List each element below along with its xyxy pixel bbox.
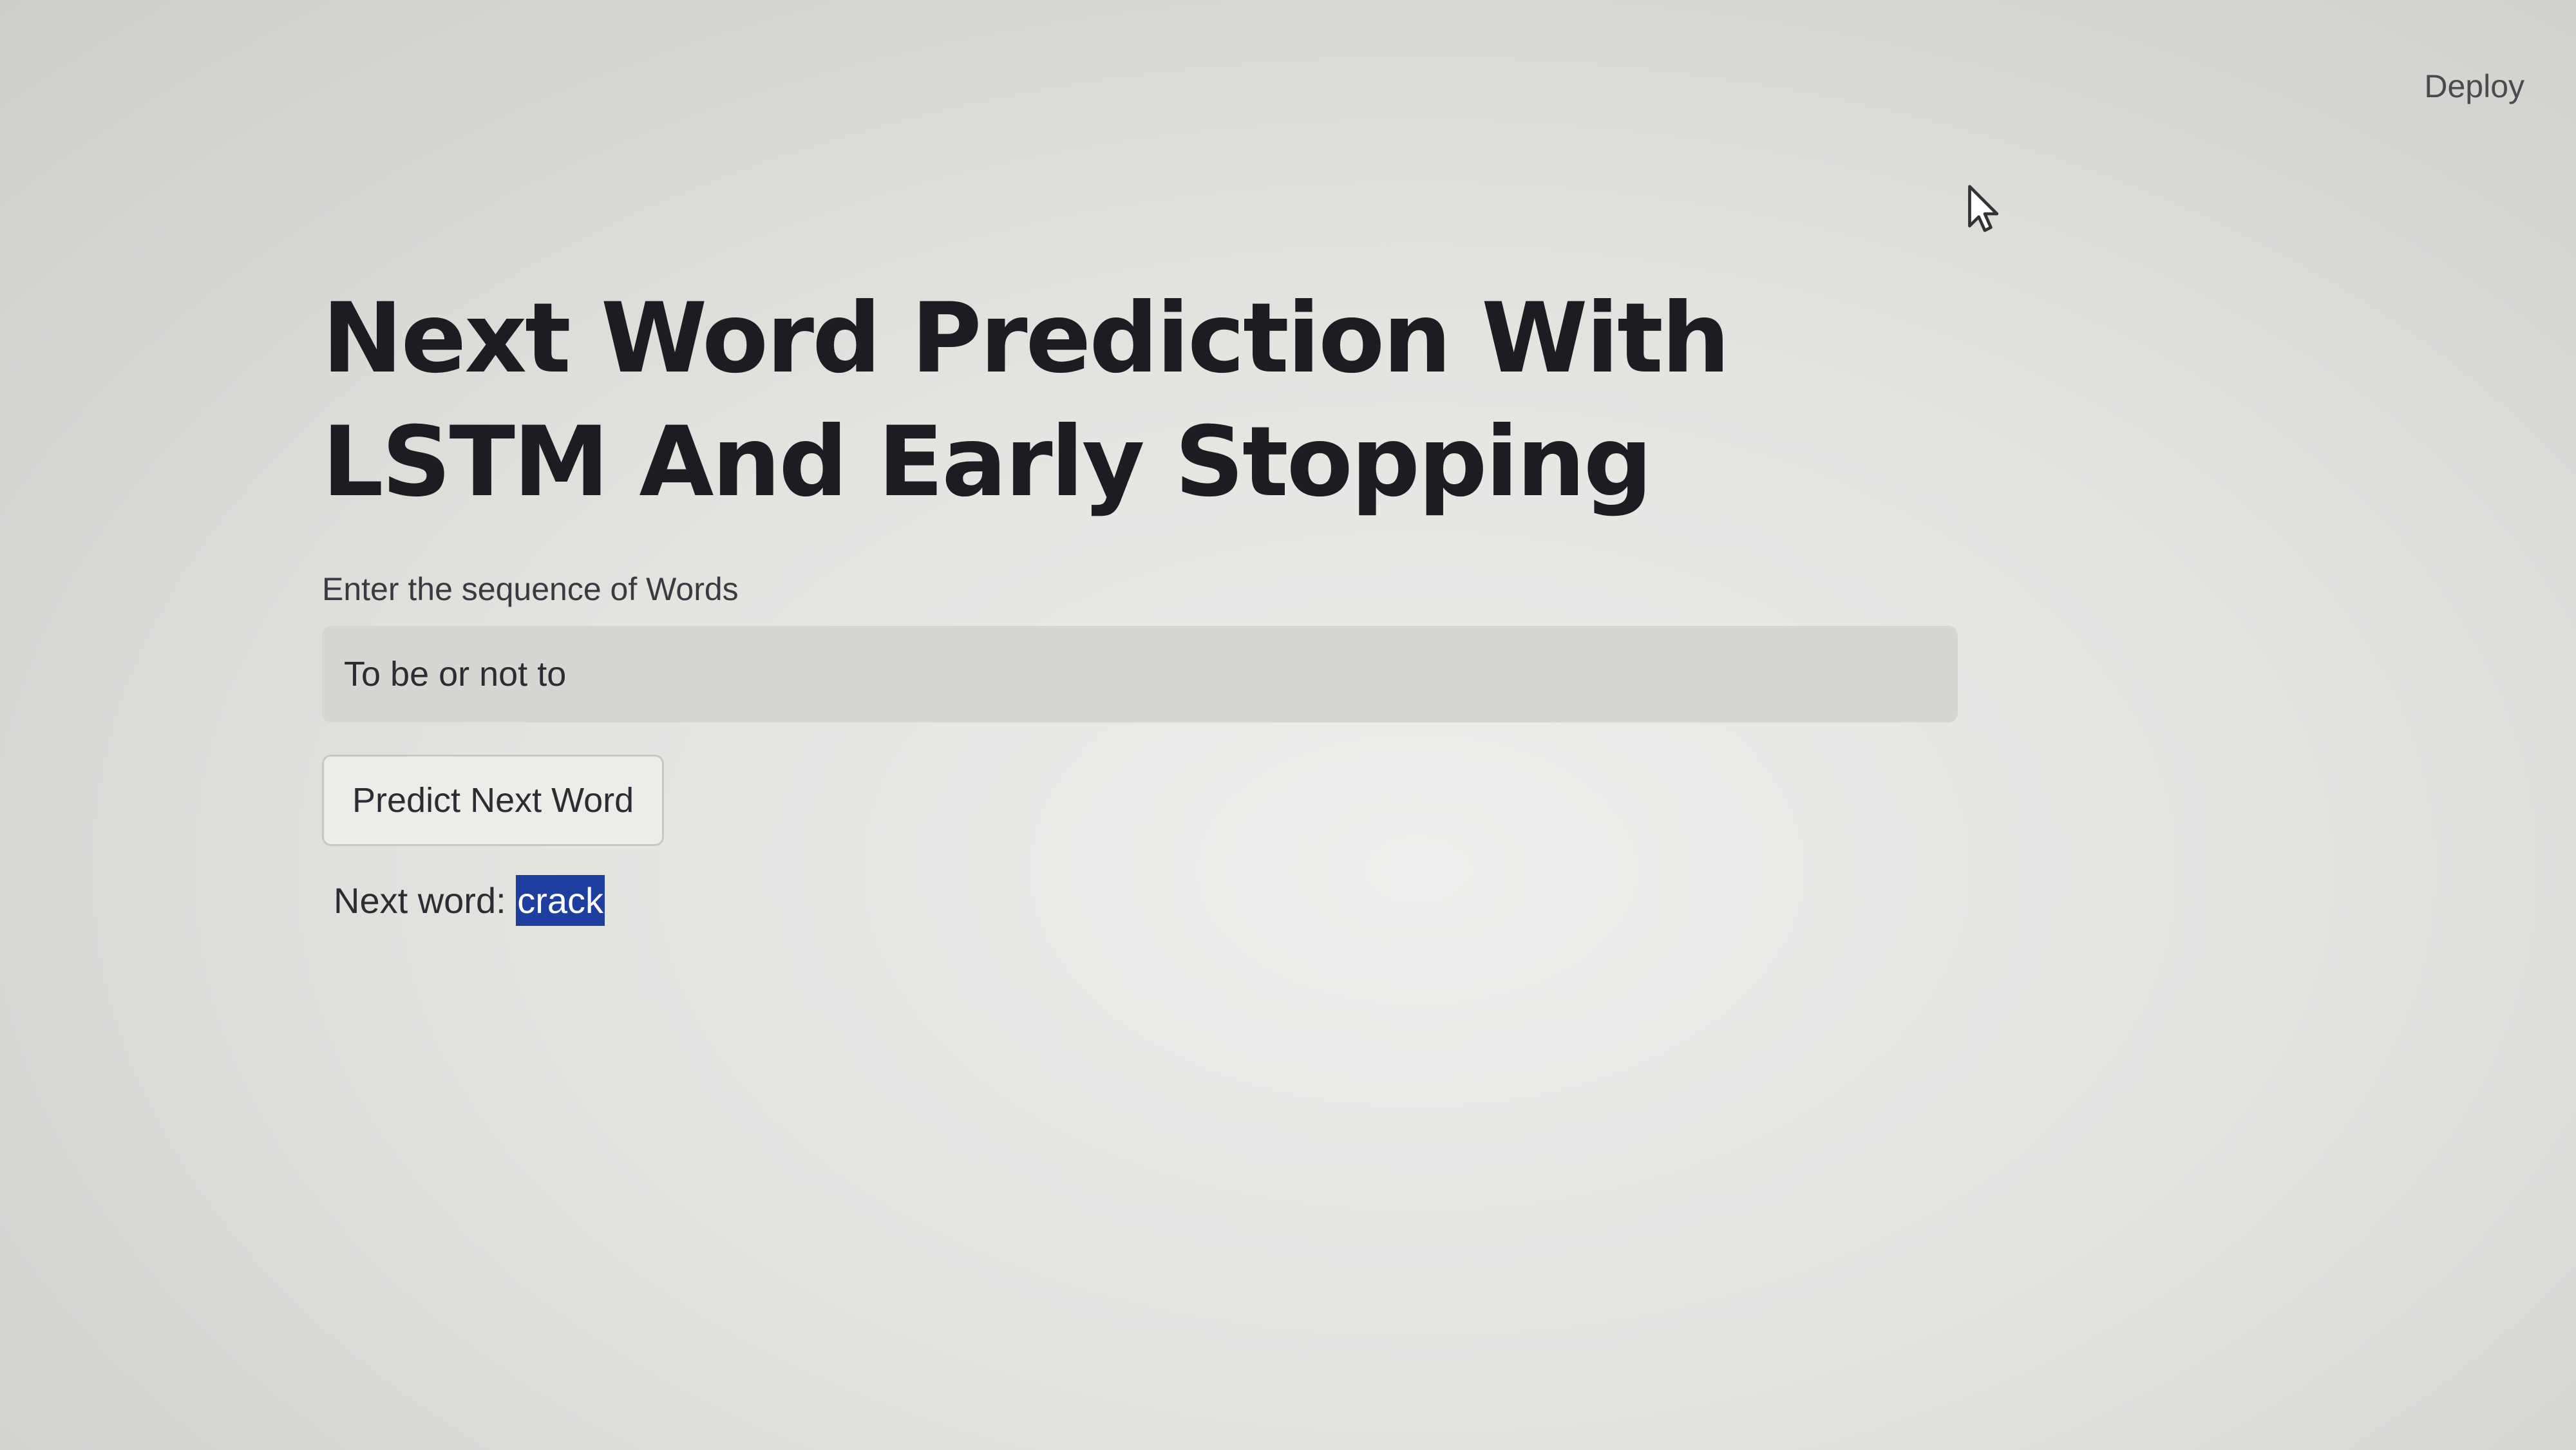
- predict-next-word-button[interactable]: Predict Next Word: [322, 755, 665, 846]
- page-title: Next Word Prediction With LSTM And Early…: [322, 283, 1730, 518]
- sequence-input[interactable]: To be or not to: [322, 626, 1958, 722]
- predicted-word: crack: [516, 875, 605, 926]
- deploy-button[interactable]: Deploy: [2411, 61, 2537, 111]
- prediction-result: Next word: crack: [322, 875, 1971, 926]
- result-prefix: Next word:: [334, 880, 506, 921]
- main-content: Next Word Prediction With LSTM And Early…: [322, 277, 1971, 926]
- mouse-cursor-icon: [1968, 185, 1999, 232]
- app-header: Deploy: [0, 0, 2576, 148]
- sequence-input-label: Enter the sequence of Words: [322, 571, 739, 607]
